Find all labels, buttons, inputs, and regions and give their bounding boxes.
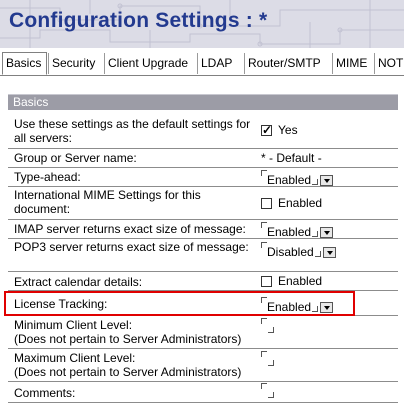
dropdown-value: Enabled [267,173,312,187]
row-default-settings: Use these settings as the default settin… [8,116,398,149]
title-banner: Configuration Settings : * [0,0,404,48]
field-start-icon [261,318,267,324]
checkbox-label: Enabled [278,274,323,288]
tab-bar: Basics Security Client Upgrade LDAP Rout… [0,52,404,76]
row-label: IMAP server returns exact size of messag… [14,222,246,236]
row-label: Maximum Client Level: (Does not pertain … [14,351,242,379]
field-start-icon [261,383,267,389]
field-end-icon [312,179,319,185]
row-label: Use these settings as the default settin… [14,117,251,145]
checkbox-label: Enabled [278,196,323,210]
row-pop3-exact-size: POP3 server returns exact size of messag… [8,239,398,272]
international-mime-checkbox[interactable] [261,198,272,209]
tab-notes[interactable]: NOT [374,53,404,74]
chevron-down-icon[interactable] [320,227,334,238]
row-label: Type-ahead: [14,170,81,184]
row-type-ahead: Type-ahead: Enabled [8,168,398,187]
row-maximum-client-level: Maximum Client Level: (Does not pertain … [8,349,398,382]
type-ahead-dropdown[interactable]: Enabled [261,170,334,187]
field-end-icon [312,231,319,237]
group-server-name-value: * - Default - [261,151,322,165]
checkbox-label: Yes [278,123,298,137]
row-international-mime: International MIME Settings for this doc… [8,187,398,220]
row-label: Minimum Client Level: (Does not pertain … [14,318,242,346]
field-start-icon [261,351,267,357]
row-minimum-client-level: Minimum Client Level: (Does not pertain … [8,316,398,349]
tab-mime[interactable]: MIME [332,53,374,74]
tab-security[interactable]: Security [48,53,104,74]
chevron-down-icon[interactable] [322,247,336,258]
imap-exact-size-dropdown[interactable]: Enabled [261,222,334,239]
extract-calendar-checkbox[interactable] [261,276,272,287]
chevron-down-icon[interactable] [320,175,334,186]
row-value: Enabled [261,274,322,288]
tab-client-upgrade[interactable]: Client Upgrade [104,53,197,74]
row-label: Group or Server name: [14,151,137,165]
tab-router-smtp[interactable]: Router/SMTP [244,53,332,74]
field-end-icon [314,251,321,257]
maximum-client-level-field[interactable] [261,351,276,368]
row-imap-exact-size: IMAP server returns exact size of messag… [8,220,398,239]
row-comments: Comments: [8,382,398,403]
dropdown-value: Enabled [267,225,312,239]
field-end-icon [268,392,274,398]
row-value: Yes [261,123,298,137]
row-group-server-name: Group or Server name: * - Default - [8,149,398,168]
row-extract-calendar: Extract calendar details: Enabled [8,272,398,291]
row-label: Extract calendar details: [14,275,143,289]
comments-field[interactable] [261,383,276,400]
row-label: Comments: [14,386,76,400]
tab-ldap[interactable]: LDAP [197,53,244,74]
highlight-box [4,291,355,316]
field-end-icon [268,327,274,333]
tab-basics[interactable]: Basics [2,52,47,75]
section-title: Basics [13,95,49,109]
dropdown-value: Disabled [267,245,314,259]
section-header: Basics [8,94,398,110]
row-value: Enabled [261,196,322,210]
field-end-icon [268,360,274,366]
page-title: Configuration Settings : * [9,9,268,32]
pop3-exact-size-dropdown[interactable]: Disabled [261,242,336,259]
row-label: International MIME Settings for this doc… [14,188,201,216]
row-label: POP3 server returns exact size of messag… [14,240,249,254]
default-settings-checkbox[interactable] [261,123,272,137]
minimum-client-level-field[interactable] [261,318,276,335]
